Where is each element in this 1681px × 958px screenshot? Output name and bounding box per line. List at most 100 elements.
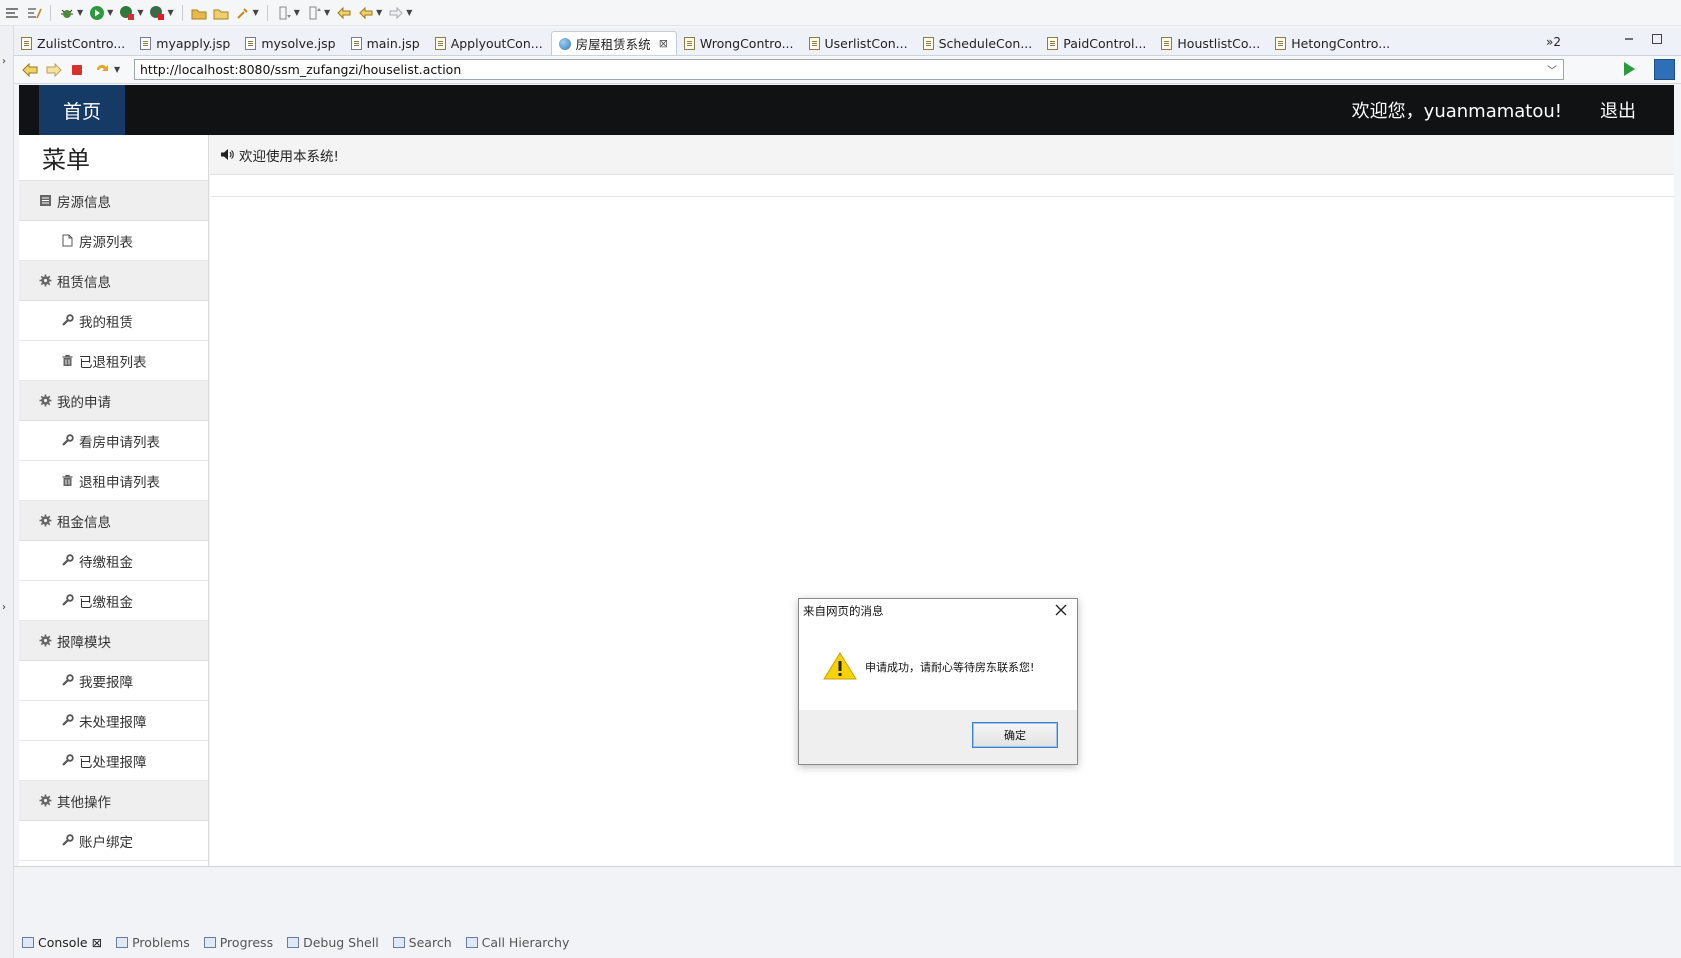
editor-tab[interactable]: PaidControl... — [1040, 31, 1154, 55]
search-tool-icon[interactable] — [235, 5, 251, 21]
editor-tab[interactable]: mysolve.jsp — [238, 31, 343, 55]
menu-item-label: 看房申请列表 — [79, 434, 160, 451]
next-annotation-dropdown-icon[interactable]: ▼ — [294, 8, 300, 17]
menu-item-resolved-faults[interactable]: 已处理报障 — [19, 741, 208, 781]
tab-label: 房屋租赁系统 — [575, 37, 651, 52]
search-icon — [392, 936, 405, 948]
dialog-body: 申请成功，请耐心等待房东联系您! — [799, 623, 1077, 711]
menu-item-house-list[interactable]: 房源列表 — [19, 221, 208, 261]
tab-call-hierarchy[interactable]: Call Hierarchy — [465, 935, 569, 950]
editor-tab[interactable]: HoustlistCo... — [1154, 31, 1268, 55]
menu-group-label: 租金信息 — [57, 514, 111, 531]
menu-item-my-rentals[interactable]: 我的租赁 — [19, 301, 208, 341]
tab-label: main.jsp — [366, 35, 420, 51]
refresh-dropdown-icon[interactable]: ▼ — [114, 65, 120, 74]
debug-dropdown-icon[interactable]: ▼ — [77, 8, 83, 17]
editor-tab[interactable]: HetongContro... — [1268, 31, 1398, 55]
menu-item-label: 房源列表 — [79, 234, 133, 251]
debug-shell-icon — [287, 936, 300, 948]
tab-problems[interactable]: Problems — [116, 935, 190, 950]
external-tools-dropdown-icon[interactable]: ▼ — [167, 8, 173, 17]
editor-tab[interactable]: ScheduleCon... — [916, 31, 1041, 55]
next-annotation-icon[interactable] — [276, 5, 292, 21]
wrench-icon — [61, 754, 74, 767]
menu-group-label: 其他操作 — [57, 794, 111, 811]
back-icon[interactable] — [358, 5, 374, 21]
last-edit-icon[interactable] — [336, 5, 352, 21]
menu-item-pending-faults[interactable]: 未处理报障 — [19, 701, 208, 741]
tab-close-icon[interactable]: ⊠ — [659, 37, 668, 50]
menu-group-rental-info[interactable]: 租赁信息 — [19, 261, 208, 301]
ok-button[interactable]: 确定 — [972, 722, 1058, 748]
prev-annotation-icon[interactable] — [306, 5, 322, 21]
search-tool-dropdown-icon[interactable]: ▼ — [253, 8, 259, 17]
format-icon[interactable] — [26, 5, 42, 21]
editor-tab[interactable]: ApplyoutCon... — [428, 31, 551, 55]
editor-tab[interactable]: main.jsp — [344, 31, 428, 55]
go-icon[interactable] — [1624, 62, 1635, 76]
run-icon[interactable] — [89, 5, 105, 21]
forward-dropdown-icon[interactable]: ▼ — [406, 8, 412, 17]
coverage-icon[interactable] — [119, 5, 135, 21]
run-dropdown-icon[interactable]: ▼ — [107, 8, 113, 17]
editor-tab[interactable]: UserlistCon... — [802, 31, 916, 55]
editor-tab-active[interactable]: 房屋租赁系统 ⊠ — [550, 31, 677, 55]
tab-search[interactable]: Search — [392, 935, 452, 950]
tab-close-icon[interactable]: ⊠ — [92, 935, 102, 950]
debug-icon[interactable] — [59, 5, 75, 21]
wrench-icon — [61, 674, 74, 687]
forward-icon[interactable] — [388, 5, 404, 21]
logout-link[interactable]: 退出 — [1600, 85, 1636, 135]
menu-item-label: 我要报障 — [79, 674, 133, 691]
menu-item-account-binding[interactable]: 账户绑定 — [19, 821, 208, 861]
tab-label: ApplyoutCon... — [450, 35, 543, 51]
browser-back-icon[interactable] — [22, 62, 38, 77]
prev-annotation-dropdown-icon[interactable]: ▼ — [324, 8, 330, 17]
editor-tab[interactable]: ZulistContro... — [14, 31, 133, 55]
url-input[interactable]: http://localhost:8080/ssm_zufangzi/house… — [134, 59, 1564, 80]
tab-progress[interactable]: Progress — [203, 935, 273, 950]
stop-icon[interactable] — [70, 63, 86, 77]
browser-forward-icon[interactable] — [46, 62, 62, 77]
tab-debug-shell[interactable]: Debug Shell — [287, 935, 379, 950]
gear-icon — [39, 274, 52, 287]
toggle-comment-icon[interactable] — [4, 5, 20, 21]
editor-tab[interactable]: myapply.jsp — [133, 31, 238, 55]
menu-item-label: 已处理报障 — [79, 754, 147, 771]
menu-item-label: 待缴租金 — [79, 554, 133, 571]
java-file-icon — [808, 36, 820, 50]
maximize-icon[interactable] — [1651, 33, 1663, 48]
wrench-icon — [61, 594, 74, 607]
call-hierarchy-icon — [465, 936, 478, 948]
minimize-icon[interactable] — [1623, 33, 1635, 48]
url-dropdown-icon[interactable]: ﹀ — [1547, 62, 1557, 77]
menu-item-ended-rentals[interactable]: 已退租列表 — [19, 341, 208, 381]
menu-item-rent-paid[interactable]: 已缴租金 — [19, 581, 208, 621]
menu-item-viewing-requests[interactable]: 看房申请列表 — [19, 421, 208, 461]
open-external-browser-icon[interactable] — [1654, 59, 1675, 80]
menu-item-report-fault[interactable]: 我要报障 — [19, 661, 208, 701]
menu-group-house-info[interactable]: 房源信息 — [19, 181, 208, 221]
jsp-file-icon — [350, 36, 362, 50]
external-tools-icon[interactable] — [149, 5, 165, 21]
progress-icon — [203, 936, 216, 948]
tab-overflow-button[interactable]: »2 — [1546, 35, 1561, 49]
menu-group-other-operations[interactable]: 其他操作 — [19, 781, 208, 821]
coverage-dropdown-icon[interactable]: ▼ — [137, 8, 143, 17]
close-icon[interactable] — [1053, 602, 1069, 618]
refresh-icon[interactable] — [94, 63, 110, 77]
menu-group-rent-info[interactable]: 租金信息 — [19, 501, 208, 541]
tab-label: Debug Shell — [303, 934, 379, 950]
welcome-user-text: 欢迎您，yuanmamatou! — [1351, 101, 1562, 122]
menu-group-my-applications[interactable]: 我的申请 — [19, 381, 208, 421]
back-dropdown-icon[interactable]: ▼ — [376, 8, 382, 17]
open-type-icon[interactable] — [191, 5, 207, 21]
editor-tab[interactable]: WrongContro... — [677, 31, 802, 55]
menu-group-fault-report[interactable]: 报障模块 — [19, 621, 208, 661]
menu-item-move-out-requests[interactable]: 退租申请列表 — [19, 461, 208, 501]
open-folder-icon[interactable] — [213, 5, 229, 21]
tab-console[interactable]: Console ⊠ — [22, 935, 102, 950]
home-nav-link[interactable]: 首页 — [39, 85, 125, 135]
menu-item-rent-due[interactable]: 待缴租金 — [19, 541, 208, 581]
toolbar-separator — [266, 4, 268, 21]
